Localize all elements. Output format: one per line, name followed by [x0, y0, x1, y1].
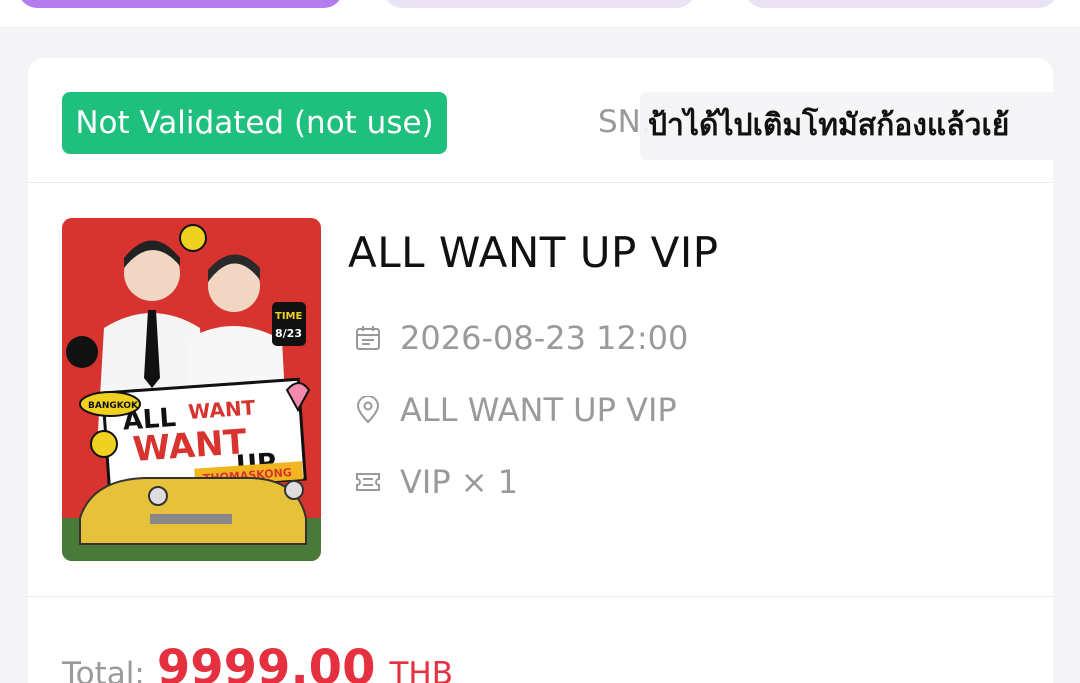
calendar-icon	[354, 324, 382, 352]
location-pin-icon	[354, 396, 382, 424]
ticket-icon	[354, 468, 382, 496]
tab-active[interactable]	[18, 0, 343, 8]
divider	[28, 596, 1053, 597]
total-currency: THB	[389, 656, 453, 683]
top-tab-strip	[0, 0, 1080, 28]
status-badge: Not Validated (not use)	[62, 92, 447, 154]
event-title: ALL WANT UP VIP	[348, 228, 719, 277]
poster-time-date: 8/23	[275, 327, 302, 340]
poster-city-tag: BANGKOK	[88, 401, 139, 411]
total-amount: 9999.00	[156, 640, 376, 683]
event-venue: ALL WANT UP VIP	[400, 391, 677, 429]
ticket-card: Not Validated (not use) SN. ป้าได้ไปเติม…	[28, 58, 1053, 683]
total-label: Total:	[62, 656, 145, 683]
event-poster[interactable]: ALL WANT WANT UP THOMASKONG BANGKOK TIME…	[62, 218, 321, 561]
poster-time-label: TIME	[275, 311, 302, 322]
tab-2[interactable]	[383, 0, 696, 8]
total-price: Total: 9999.00 THB	[62, 640, 453, 683]
event-date: 2026-08-23 12:00	[400, 319, 689, 357]
caption-overlay: ป้าได้ไปเติมโทมัสก้องแล้วเย้	[640, 92, 1053, 160]
tab-3[interactable]	[745, 0, 1058, 8]
ticket-type-row: VIP × 1	[354, 460, 518, 504]
event-date-row: 2026-08-23 12:00	[354, 316, 688, 360]
poster-title-want: WANT	[131, 422, 248, 470]
poster-title-want-small: WANT	[187, 395, 256, 424]
ticket-type: VIP × 1	[400, 463, 519, 501]
divider	[28, 182, 1053, 183]
event-venue-row: ALL WANT UP VIP	[354, 388, 677, 432]
